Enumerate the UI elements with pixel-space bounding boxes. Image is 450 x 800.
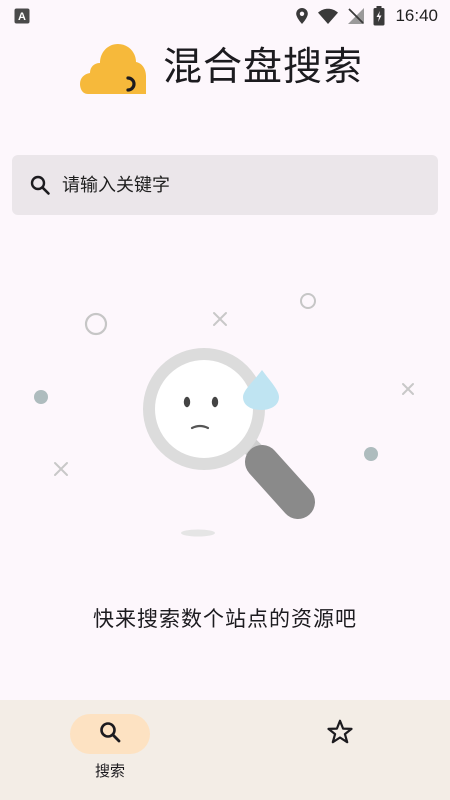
nav-search-pill[interactable] [70,714,150,754]
app-notification-badge-text: A [18,11,26,23]
no-signal-icon [347,7,365,25]
status-right: 16:40 [295,6,438,26]
search-bar[interactable] [12,155,438,215]
status-left: A [14,8,30,24]
empty-state-message: 快来搜索数个站点的资源吧 [93,607,357,631]
app-header: 混合盘搜索 [0,38,450,102]
battery-charging-icon [373,6,385,26]
star-icon [327,719,353,749]
search-icon [98,720,122,748]
nav-search-label: 搜索 [94,762,125,780]
search-icon [28,173,52,197]
clock-time: 16:40 [395,6,438,25]
empty-search-illustration [34,293,414,537]
bottom-navigation: 搜索 [0,700,450,800]
nav-item-search[interactable]: 搜索 [50,714,170,790]
location-icon [295,7,309,25]
wifi-icon [317,8,339,25]
cloud-logo-icon [80,44,146,94]
nav-item-favorites[interactable] [280,714,400,790]
status-bar: A 16:40 [0,0,450,32]
page-title: 混合盘搜索 [163,45,364,90]
search-input[interactable] [62,165,422,205]
nav-favorites-pill[interactable] [300,714,380,754]
app-notification-icon: A [14,8,30,24]
